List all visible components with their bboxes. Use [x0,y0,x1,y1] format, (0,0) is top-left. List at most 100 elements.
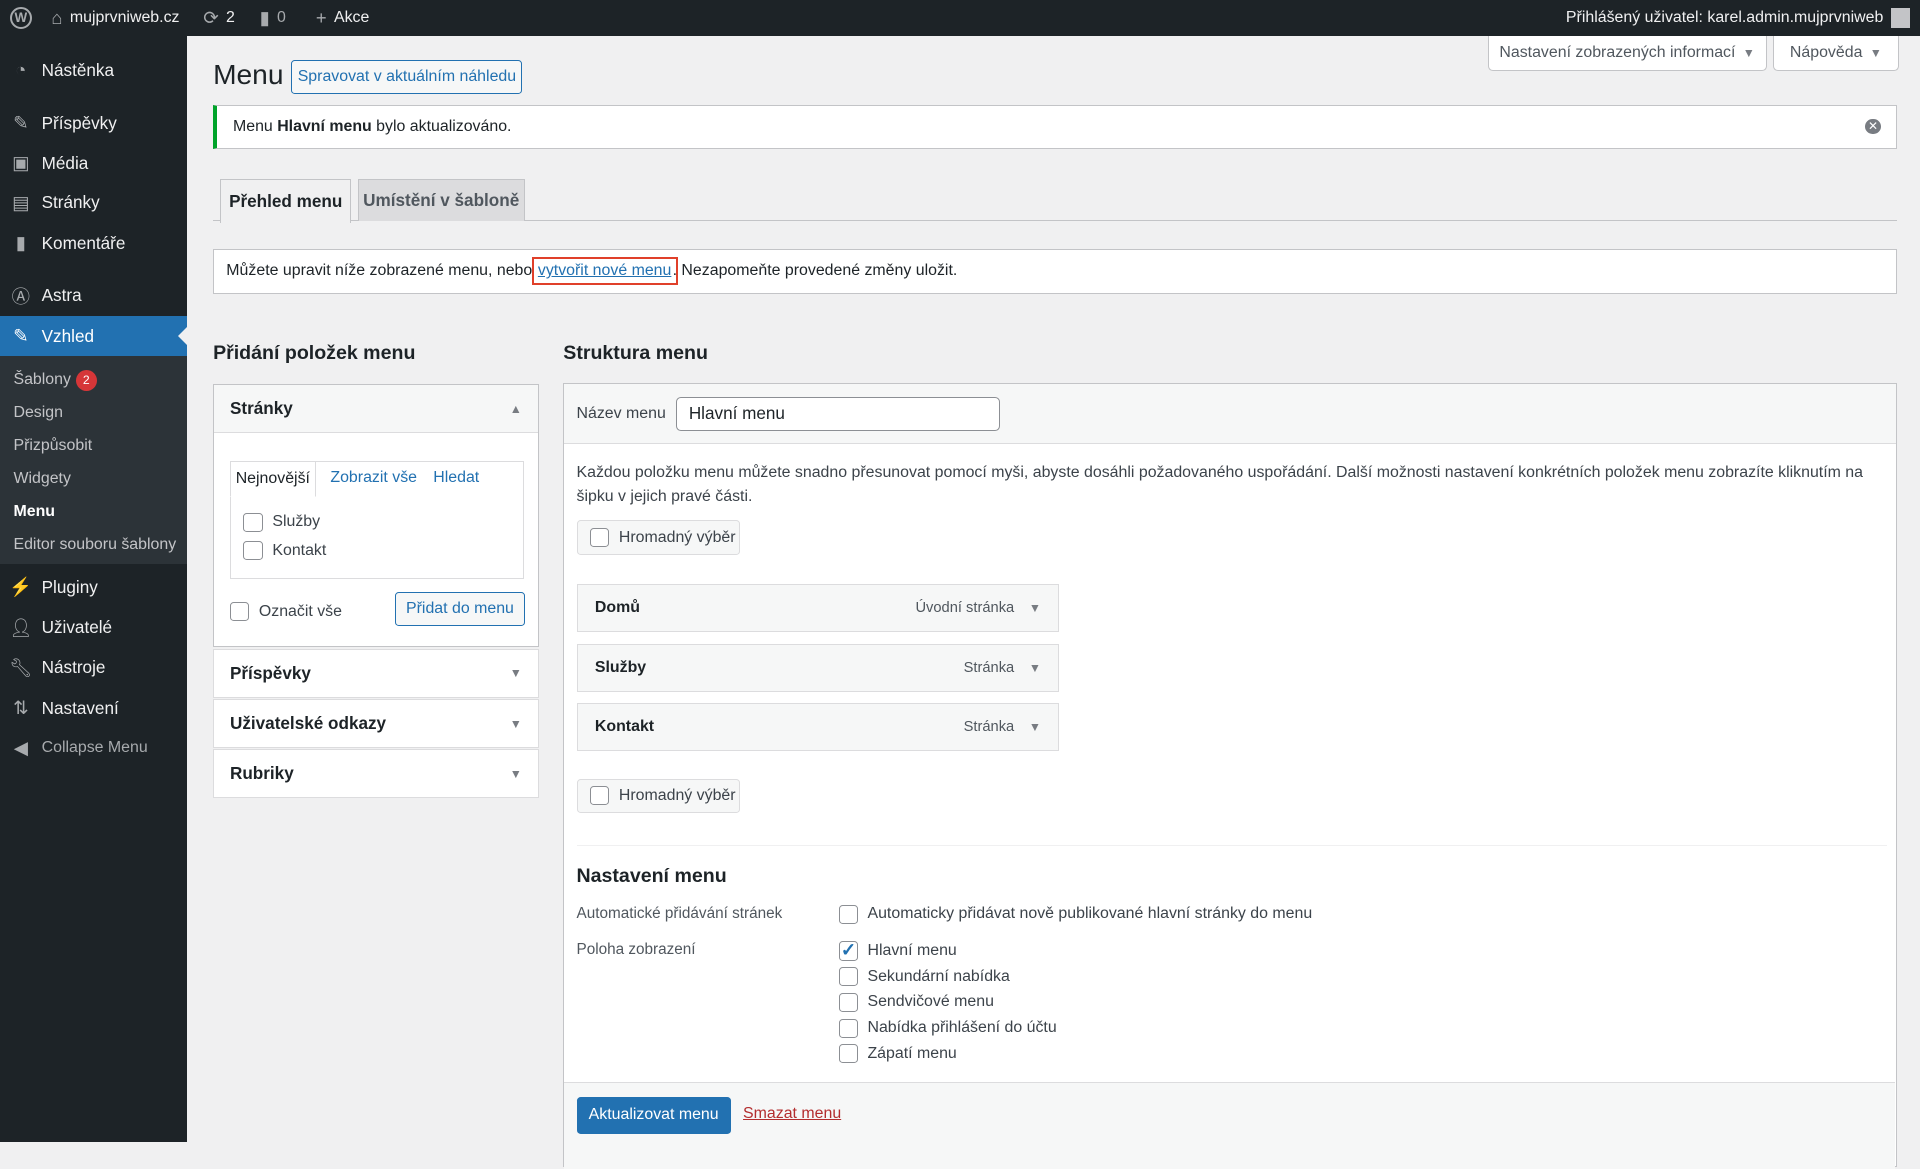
submenu-customize[interactable]: Přizpůsobit [13,437,92,455]
caret-down-icon: ▼ [1742,45,1755,60]
help-button[interactable]: Nápověda ▼ [1773,35,1899,71]
pin-icon: ✎ [13,112,29,134]
plus-icon: + [315,7,327,28]
sidebar-item-posts[interactable]: ✎ Příspěvky [0,103,187,143]
screen-options-button[interactable]: Nastavení zobrazených informací ▼ [1487,35,1767,71]
new-content-link[interactable]: + Akce [316,0,369,36]
site-link[interactable]: ⌂ mujprvniweb.cz [51,0,179,36]
checkbox[interactable] [838,939,858,961]
menu-item[interactable]: Kontakt Stránka ▼ [576,702,1060,751]
collapse-menu-button[interactable]: ◀ Collapse Menu [0,727,187,767]
dashboard-icon: ◔ [15,59,27,81]
sidebar-item-plugins[interactable]: ⚡ Pluginy [0,567,187,607]
astra-icon: Ⓐ [11,285,30,307]
admin-sidebar: ◔ Nástěnka ✎ Příspěvky ▣ Média ▤ Stránky ▮ Ko… [0,35,188,1143]
pages-icon: ▤ [12,191,30,213]
accordion-posts[interactable]: Příspěvky ▼ [213,648,539,698]
menu-item[interactable]: Domů Úvodní stránka ▼ [576,584,1060,632]
bulk-select-top[interactable]: Hromadný výběr [576,520,740,555]
submenu-themes[interactable]: Šablony 2 [13,369,97,391]
admin-bar: W ⌂ mujprvniweb.cz ⟳ 2 ▮ 0 + Akce Přihlášený… [0,0,1920,36]
delete-menu-link[interactable]: Smazat menu [743,1105,841,1123]
avatar [1890,7,1911,28]
brush-icon: ✎ [13,325,29,347]
refresh-icon: ⟳ [203,7,219,28]
tab-search[interactable]: Hledat [433,469,479,487]
accordion-custom-links[interactable]: Uživatelské odkazy ▼ [213,699,539,749]
structure-description: Každou položku menu můžete snadno přesun… [576,464,1864,505]
location-option[interactable]: Nabídka přihlášení do účtu [838,1018,1057,1038]
checkbox[interactable] [838,904,858,924]
sidebar-item-tools[interactable]: 🔧︎ Nástroje [0,648,187,688]
auto-add-pages-option[interactable]: Automaticky přidávat nově publikované hl… [838,904,1312,924]
collapse-icon: ◀ [13,736,28,758]
comment-icon: ▮ [15,232,26,254]
sidebar-item-comments[interactable]: ▮ Komentáře [0,223,187,263]
caret-down-icon: ▼ [509,666,522,681]
sidebar-item-settings[interactable]: ⇅ Nastavení [0,688,187,728]
tab-locations[interactable]: Umístění v šabloně [357,178,525,222]
checkbox[interactable] [589,527,610,548]
location-option[interactable]: Sekundární nabídka [838,967,1010,987]
media-icon: ▣ [12,152,30,174]
checkbox[interactable] [838,1018,858,1038]
wordpress-logo-icon[interactable]: W [9,0,32,36]
user-account[interactable]: Přihlášený uživatel: karel.admin.mujprvn… [1566,0,1911,36]
sidebar-item-pages[interactable]: ▤ Stránky [0,182,187,222]
wrench-icon: 🔧︎ [9,656,33,678]
sidebar-item-media[interactable]: ▣ Média [0,143,187,183]
updates-link[interactable]: ⟳ 2 [203,0,235,36]
structure-heading: Struktura menu [563,341,708,364]
checkbox[interactable] [838,967,858,987]
sidebar-item-users[interactable]: 👤︎ Uživatelé [0,607,187,647]
manage-live-preview-button[interactable]: Spravovat v aktuálním náhledu [291,60,523,94]
submenu-theme-editor[interactable]: Editor souboru šablony [13,536,176,554]
user-icon: 👤︎ [9,616,33,638]
create-new-menu-link[interactable]: vytvořit nové menu [530,256,679,286]
pages-panel-header[interactable]: Stránky ▲ [214,385,538,433]
sidebar-item-appearance[interactable]: ✎ Vzhled [0,315,188,357]
settings-heading: Nastavení menu [576,865,727,888]
home-icon: ⌂ [51,7,63,28]
select-all[interactable]: Označit vše [229,602,342,622]
caret-down-icon: ▼ [509,716,522,731]
comments-link[interactable]: ▮ 0 [260,0,286,36]
manage-menus-bar: Můžete upravit níže zobrazené menu, nebo… [213,248,1897,294]
tab-most-recent[interactable]: Nejnovější [229,461,316,497]
tab-menu-overview[interactable]: Přehled menu [220,178,351,223]
caret-down-icon[interactable]: ▼ [1029,601,1041,615]
location-option[interactable]: Sendvičové menu [838,992,994,1012]
checkbox[interactable] [243,540,263,561]
checkbox[interactable] [838,1044,858,1064]
update-count-badge: 2 [75,369,97,391]
settings-icon: ⇅ [13,697,29,719]
tab-view-all[interactable]: Zobrazit vše [330,469,417,487]
comment-icon: ▮ [259,7,270,28]
caret-down-icon: ▼ [509,766,522,781]
checkbox[interactable] [589,786,610,806]
caret-down-icon[interactable]: ▼ [1029,720,1041,734]
location-option[interactable]: Zápatí menu [838,1044,957,1064]
caret-down-icon[interactable]: ▼ [1029,661,1041,675]
dismiss-icon[interactable]: ✕ [1865,118,1882,135]
menu-item[interactable]: Služby Stránka ▼ [576,644,1060,692]
page-option[interactable]: Kontakt [243,540,326,561]
location-option[interactable]: Hlavní menu [838,939,957,961]
caret-down-icon: ▼ [1869,45,1882,60]
sidebar-item-astra[interactable]: Ⓐ Astra [0,276,187,316]
appearance-submenu: Šablony 2 Design Přizpůsobit Widgety Menu… [0,356,188,565]
sidebar-item-dashboard[interactable]: ◔ Nástěnka [0,50,187,90]
submenu-menus[interactable]: Menu [13,503,55,521]
menu-name-input[interactable] [675,396,1000,431]
checkbox[interactable] [229,602,250,622]
save-menu-button[interactable]: Aktualizovat menu [576,1096,731,1134]
accordion-categories[interactable]: Rubriky ▼ [213,749,539,799]
checkbox[interactable] [838,992,858,1012]
bulk-select-bottom[interactable]: Hromadný výběr [576,778,740,814]
page-title: Menu [213,58,284,90]
checkbox[interactable] [243,512,263,532]
submenu-design[interactable]: Design [13,404,63,422]
submenu-widgets[interactable]: Widgety [13,470,70,488]
page-option[interactable]: Služby [243,512,320,532]
add-to-menu-button[interactable]: Přidat do menu [395,592,525,627]
